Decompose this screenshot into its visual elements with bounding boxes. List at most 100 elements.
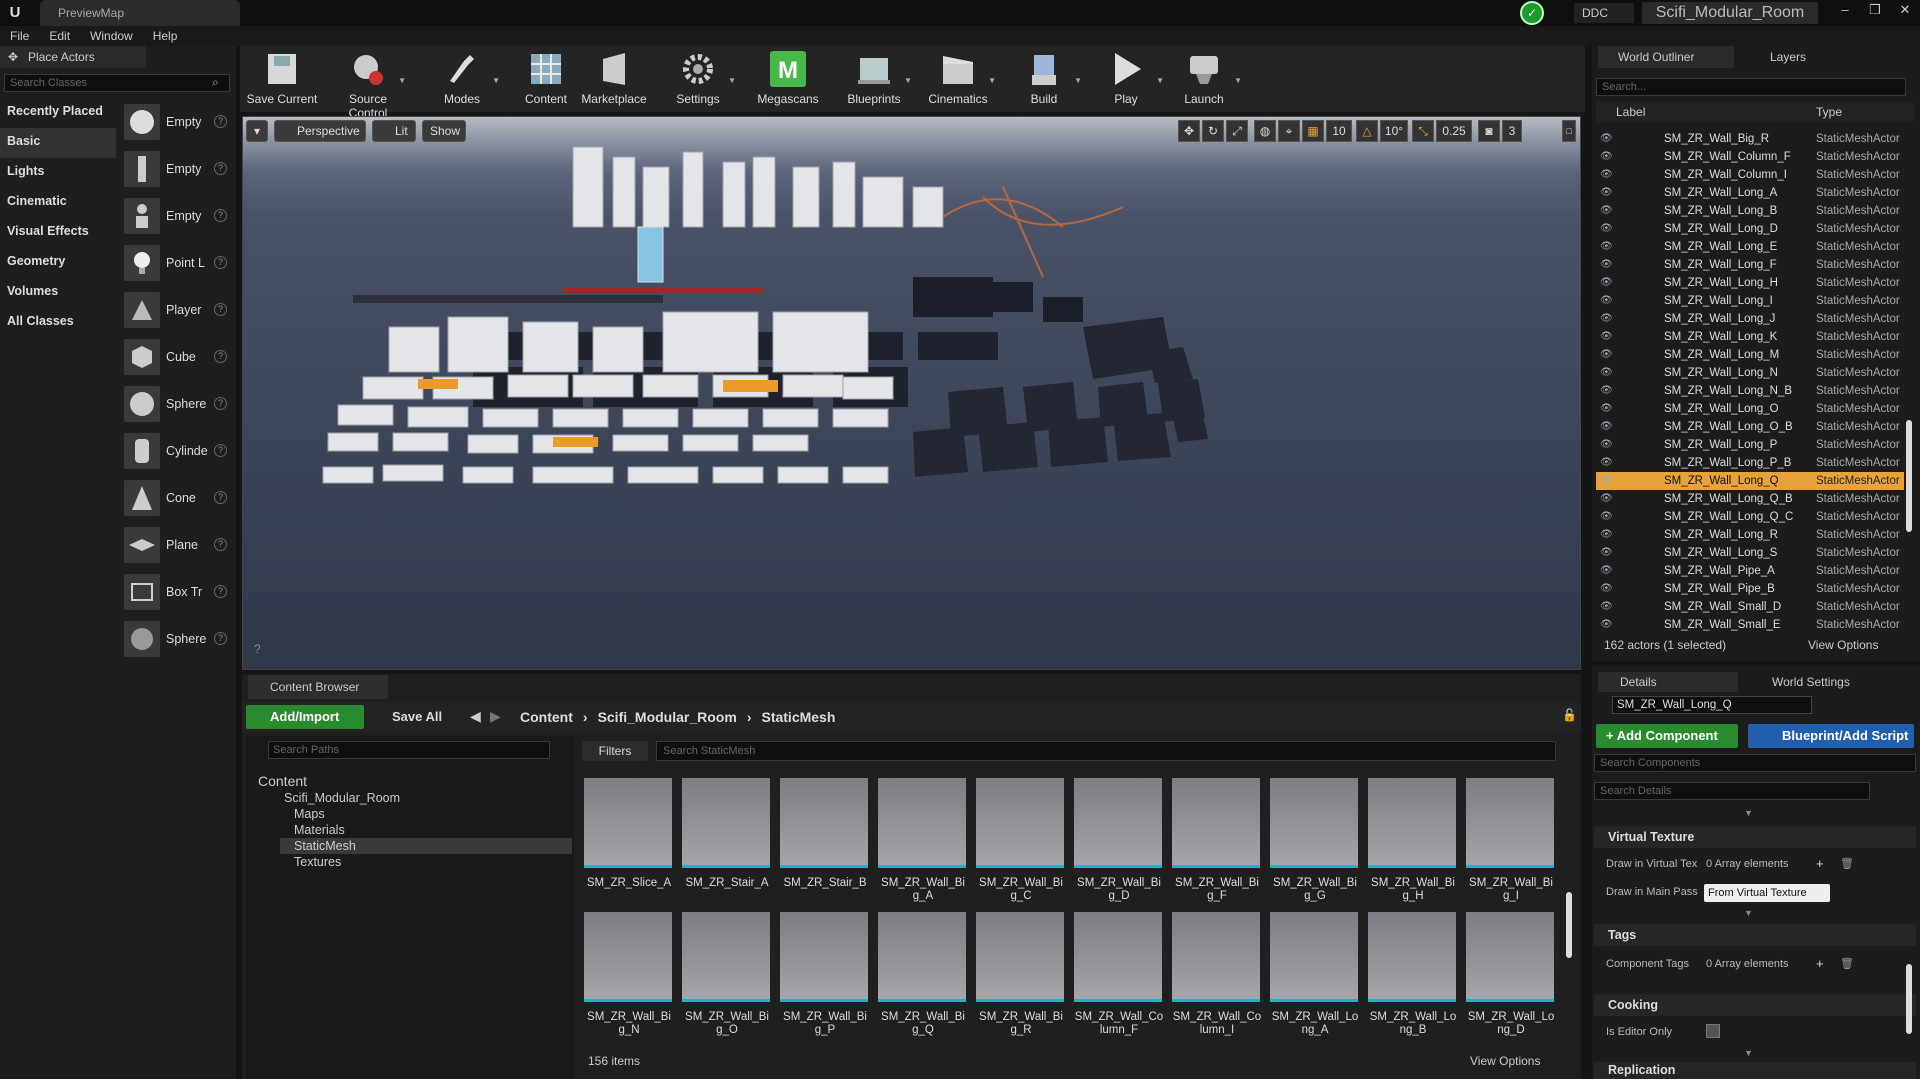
actor-item[interactable]: Plane? <box>124 521 234 568</box>
save-current-button[interactable]: Save Current <box>242 50 322 106</box>
asset-tile[interactable]: SM_ZR_Wall_Big_G <box>1270 778 1360 903</box>
source-control-status-icon[interactable]: ✓ <box>1520 1 1544 25</box>
visibility-eye-icon[interactable]: 👁 <box>1600 220 1613 238</box>
visibility-eye-icon[interactable]: 👁 <box>1600 364 1613 382</box>
breadcrumb-content[interactable]: Content <box>520 705 573 729</box>
help-icon[interactable]: ? <box>214 350 227 363</box>
visibility-eye-icon[interactable]: 👁 <box>1600 400 1613 418</box>
rotate-icon[interactable]: ↻ <box>1202 120 1224 142</box>
section-virtual-texture[interactable]: Virtual Texture <box>1594 826 1916 848</box>
outliner-row[interactable]: 👁 SM_ZR_Wall_Column_F StaticMeshActor <box>1596 148 1904 166</box>
grid-snap-value[interactable]: 10 <box>1326 120 1352 142</box>
add-component-button[interactable]: + Add Component <box>1596 724 1738 748</box>
scale-snap-icon[interactable]: ⤡ <box>1412 120 1434 142</box>
expand-chevron-icon[interactable]: ▼ <box>1744 808 1753 818</box>
visibility-eye-icon[interactable]: 👁 <box>1600 616 1613 634</box>
add-element-icon[interactable]: + <box>1816 856 1824 872</box>
asset-tile[interactable]: SM_ZR_Stair_A <box>682 778 772 890</box>
lock-icon[interactable]: 🔓 <box>1562 708 1577 722</box>
visibility-eye-icon[interactable]: 👁 <box>1600 310 1613 328</box>
forward-arrow-icon[interactable]: ▶ <box>490 708 501 725</box>
visibility-eye-icon[interactable]: 👁 <box>1600 328 1613 346</box>
outliner-row[interactable]: 👁 SM_ZR_Wall_Long_E StaticMeshActor <box>1596 238 1904 256</box>
add-element-icon[interactable]: + <box>1816 956 1824 972</box>
visibility-eye-icon[interactable]: 👁 <box>1600 472 1613 490</box>
dropdown-arrow-icon[interactable]: ▼ <box>1074 76 1082 85</box>
back-arrow-icon[interactable]: ◀ <box>470 708 481 725</box>
outliner-row[interactable]: 👁 SM_ZR_Wall_Pipe_A StaticMeshActor <box>1596 562 1904 580</box>
actor-item[interactable]: Player? <box>124 286 234 333</box>
search-components-input[interactable]: Search Components <box>1594 754 1916 772</box>
cinematics-button[interactable]: Cinematics ▼ <box>918 50 998 106</box>
visibility-eye-icon[interactable]: 👁 <box>1600 256 1613 274</box>
dropdown-arrow-icon[interactable]: ▼ <box>904 76 912 85</box>
outliner-row[interactable]: 👁 SM_ZR_Wall_Long_K StaticMeshActor <box>1596 328 1904 346</box>
category-cinematic[interactable]: Cinematic <box>0 188 116 218</box>
layers-tab[interactable]: Layers <box>1750 46 1870 68</box>
dropdown-arrow-icon[interactable]: ▼ <box>1156 76 1164 85</box>
actor-item[interactable]: Empty? <box>124 192 234 239</box>
outliner-row[interactable]: 👁 SM_ZR_Wall_Long_S StaticMeshActor <box>1596 544 1904 562</box>
visibility-eye-icon[interactable]: 👁 <box>1600 418 1613 436</box>
trash-icon[interactable]: 🗑 <box>1840 856 1854 872</box>
category-basic[interactable]: Basic <box>0 128 116 158</box>
expand-chevron-icon[interactable]: ▼ <box>1744 908 1753 918</box>
translate-icon[interactable]: ✥ <box>1178 120 1200 142</box>
scale-snap-value[interactable]: 0.25 <box>1436 120 1472 142</box>
help-icon[interactable]: ? <box>214 632 227 645</box>
column-type[interactable]: Type <box>1816 105 1842 119</box>
category-geometry[interactable]: Geometry <box>0 248 116 278</box>
help-icon[interactable]: ? <box>214 444 227 457</box>
category-lights[interactable]: Lights <box>0 158 116 188</box>
details-tab[interactable]: Details <box>1598 672 1738 692</box>
add-import-button[interactable]: Add/Import <box>246 705 364 729</box>
surface-snap-icon[interactable]: ⌖ <box>1278 120 1300 142</box>
outliner-row[interactable]: 👁 SM_ZR_Wall_Long_H StaticMeshActor <box>1596 274 1904 292</box>
outliner-row[interactable]: 👁 SM_ZR_Wall_Pipe_B StaticMeshActor <box>1596 580 1904 598</box>
asset-tile[interactable]: SM_ZR_Wall_Big_C <box>976 778 1066 903</box>
section-cooking[interactable]: Cooking <box>1594 994 1916 1016</box>
ddc-indicator[interactable]: DDC <box>1574 3 1634 23</box>
actor-name-field[interactable]: SM_ZR_Wall_Long_Q <box>1612 696 1812 714</box>
map-tab[interactable]: PreviewMap <box>40 0 240 26</box>
help-icon[interactable]: ? <box>214 491 227 504</box>
asset-tile[interactable]: SM_ZR_Wall_Big_P <box>780 912 870 1037</box>
dropdown-arrow-icon[interactable]: ▼ <box>988 76 996 85</box>
asset-tile[interactable]: SM_ZR_Wall_Column_F <box>1074 912 1164 1037</box>
outliner-scrollbar[interactable] <box>1906 420 1912 532</box>
marketplace-button[interactable]: Marketplace <box>574 50 654 106</box>
category-volumes[interactable]: Volumes <box>0 278 116 308</box>
outliner-row[interactable]: 👁 SM_ZR_Wall_Long_M StaticMeshActor <box>1596 346 1904 364</box>
grid-snap-icon[interactable]: ▦ <box>1302 120 1324 142</box>
menu-edit[interactable]: Edit <box>39 26 80 46</box>
dropdown-arrow-icon[interactable]: ▼ <box>492 76 500 85</box>
visibility-eye-icon[interactable]: 👁 <box>1600 526 1613 544</box>
outliner-row[interactable]: 👁 SM_ZR_Wall_Column_I StaticMeshActor <box>1596 166 1904 184</box>
blueprint-add-script-button[interactable]: Blueprint/Add Script <box>1748 724 1914 748</box>
outliner-row[interactable]: 👁 SM_ZR_Wall_Long_F StaticMeshActor <box>1596 256 1904 274</box>
outliner-row[interactable]: 👁 SM_ZR_Wall_Long_O StaticMeshActor <box>1596 400 1904 418</box>
dropdown-arrow-icon[interactable]: ▼ <box>398 76 406 85</box>
settings-button[interactable]: Settings ▼ <box>658 50 738 106</box>
place-actors-tab[interactable]: Place Actors <box>0 46 146 68</box>
asset-tile[interactable]: SM_ZR_Wall_Long_A <box>1270 912 1360 1037</box>
search-classes-input[interactable]: Search Classes <box>4 74 230 92</box>
category-visual-effects[interactable]: Visual Effects <box>0 218 116 248</box>
visibility-eye-icon[interactable]: 👁 <box>1600 184 1613 202</box>
tree-project-folder[interactable]: Scifi_Modular_Room <box>284 790 400 806</box>
visibility-eye-icon[interactable]: 👁 <box>1600 202 1613 220</box>
help-icon[interactable]: ? <box>214 303 227 316</box>
dropdown-arrow-icon[interactable]: ▼ <box>1234 76 1242 85</box>
play-button[interactable]: Play ▼ <box>1086 50 1166 106</box>
help-icon[interactable]: ? <box>214 256 227 269</box>
asset-tile[interactable]: SM_ZR_Wall_Big_D <box>1074 778 1164 903</box>
level-viewport[interactable] <box>242 116 1581 670</box>
help-icon[interactable]: ? <box>214 162 227 175</box>
camera-speed-icon[interactable]: ◙ <box>1478 120 1500 142</box>
asset-tile[interactable]: SM_ZR_Wall_Big_A <box>878 778 968 903</box>
asset-tile[interactable]: SM_ZR_Wall_Big_Q <box>878 912 968 1037</box>
actor-item[interactable]: Cylinde? <box>124 427 234 474</box>
build-button[interactable]: Build ▼ <box>1004 50 1084 106</box>
asset-tile[interactable]: SM_ZR_Wall_Big_I <box>1466 778 1556 903</box>
actor-item[interactable]: Empty? <box>124 98 234 145</box>
